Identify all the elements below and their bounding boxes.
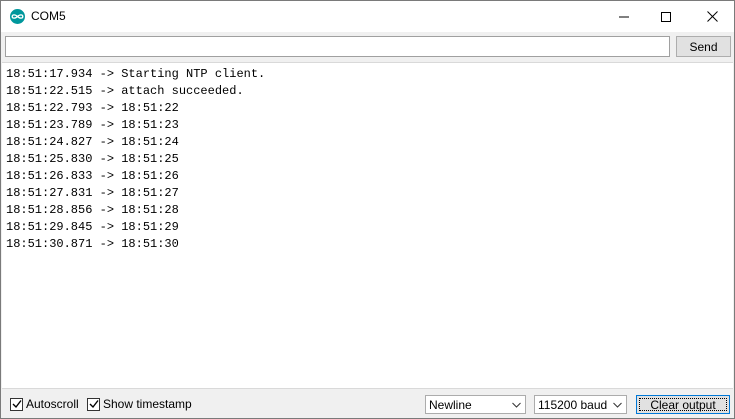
line-ending-select[interactable]: Newline [425, 395, 526, 414]
output-line: 18:51:29.845 -> 18:51:29 [6, 220, 179, 234]
close-button[interactable] [689, 1, 735, 32]
maximize-icon [661, 11, 671, 22]
serial-output[interactable]: 18:51:17.934 -> Starting NTP client. 18:… [2, 62, 733, 389]
arduino-icon [10, 9, 25, 24]
autoscroll-label: Autoscroll [26, 397, 79, 411]
autoscroll-toggle[interactable]: Autoscroll [10, 397, 79, 411]
baud-rate-select[interactable]: 115200 baud [534, 395, 627, 414]
output-line: 18:51:26.833 -> 18:51:26 [6, 169, 179, 183]
close-icon [706, 11, 718, 22]
serial-monitor-window: COM5 Send 18:51:17.934 -> Starting NTP c… [0, 0, 735, 419]
serial-input[interactable] [5, 36, 670, 57]
minimize-button[interactable] [601, 1, 647, 32]
output-line: 18:51:24.827 -> 18:51:24 [6, 135, 179, 149]
title-bar[interactable]: COM5 [1, 1, 734, 32]
output-line: 18:51:28.856 -> 18:51:28 [6, 203, 179, 217]
show-timestamp-checkbox[interactable] [87, 397, 100, 411]
output-line: 18:51:30.871 -> 18:51:30 [6, 237, 179, 251]
output-line: 18:51:17.934 -> Starting NTP client. [6, 67, 266, 81]
send-button[interactable]: Send [676, 36, 731, 57]
baud-rate-value: 115200 baud [538, 397, 608, 412]
chevron-down-icon [613, 402, 622, 408]
output-line: 18:51:25.830 -> 18:51:25 [6, 152, 179, 166]
line-ending-value: Newline [429, 397, 472, 412]
window-title: COM5 [31, 9, 66, 23]
output-line: 18:51:22.793 -> 18:51:22 [6, 101, 179, 115]
output-line: 18:51:22.515 -> attach succeeded. [6, 84, 244, 98]
show-timestamp-toggle[interactable]: Show timestamp [87, 397, 192, 411]
checkmark-icon [12, 400, 22, 409]
maximize-button[interactable] [643, 1, 689, 32]
chevron-down-icon [512, 402, 521, 408]
checkmark-icon [89, 400, 99, 409]
send-row: Send [1, 32, 734, 62]
autoscroll-checkbox[interactable] [10, 397, 23, 411]
minimize-icon [619, 16, 629, 17]
bottom-bar: Autoscroll Show timestamp Newline 115200… [1, 390, 734, 418]
output-line: 18:51:23.789 -> 18:51:23 [6, 118, 179, 132]
clear-output-button[interactable]: Clear output [636, 395, 730, 414]
show-timestamp-label: Show timestamp [103, 397, 192, 411]
output-line: 18:51:27.831 -> 18:51:27 [6, 186, 179, 200]
